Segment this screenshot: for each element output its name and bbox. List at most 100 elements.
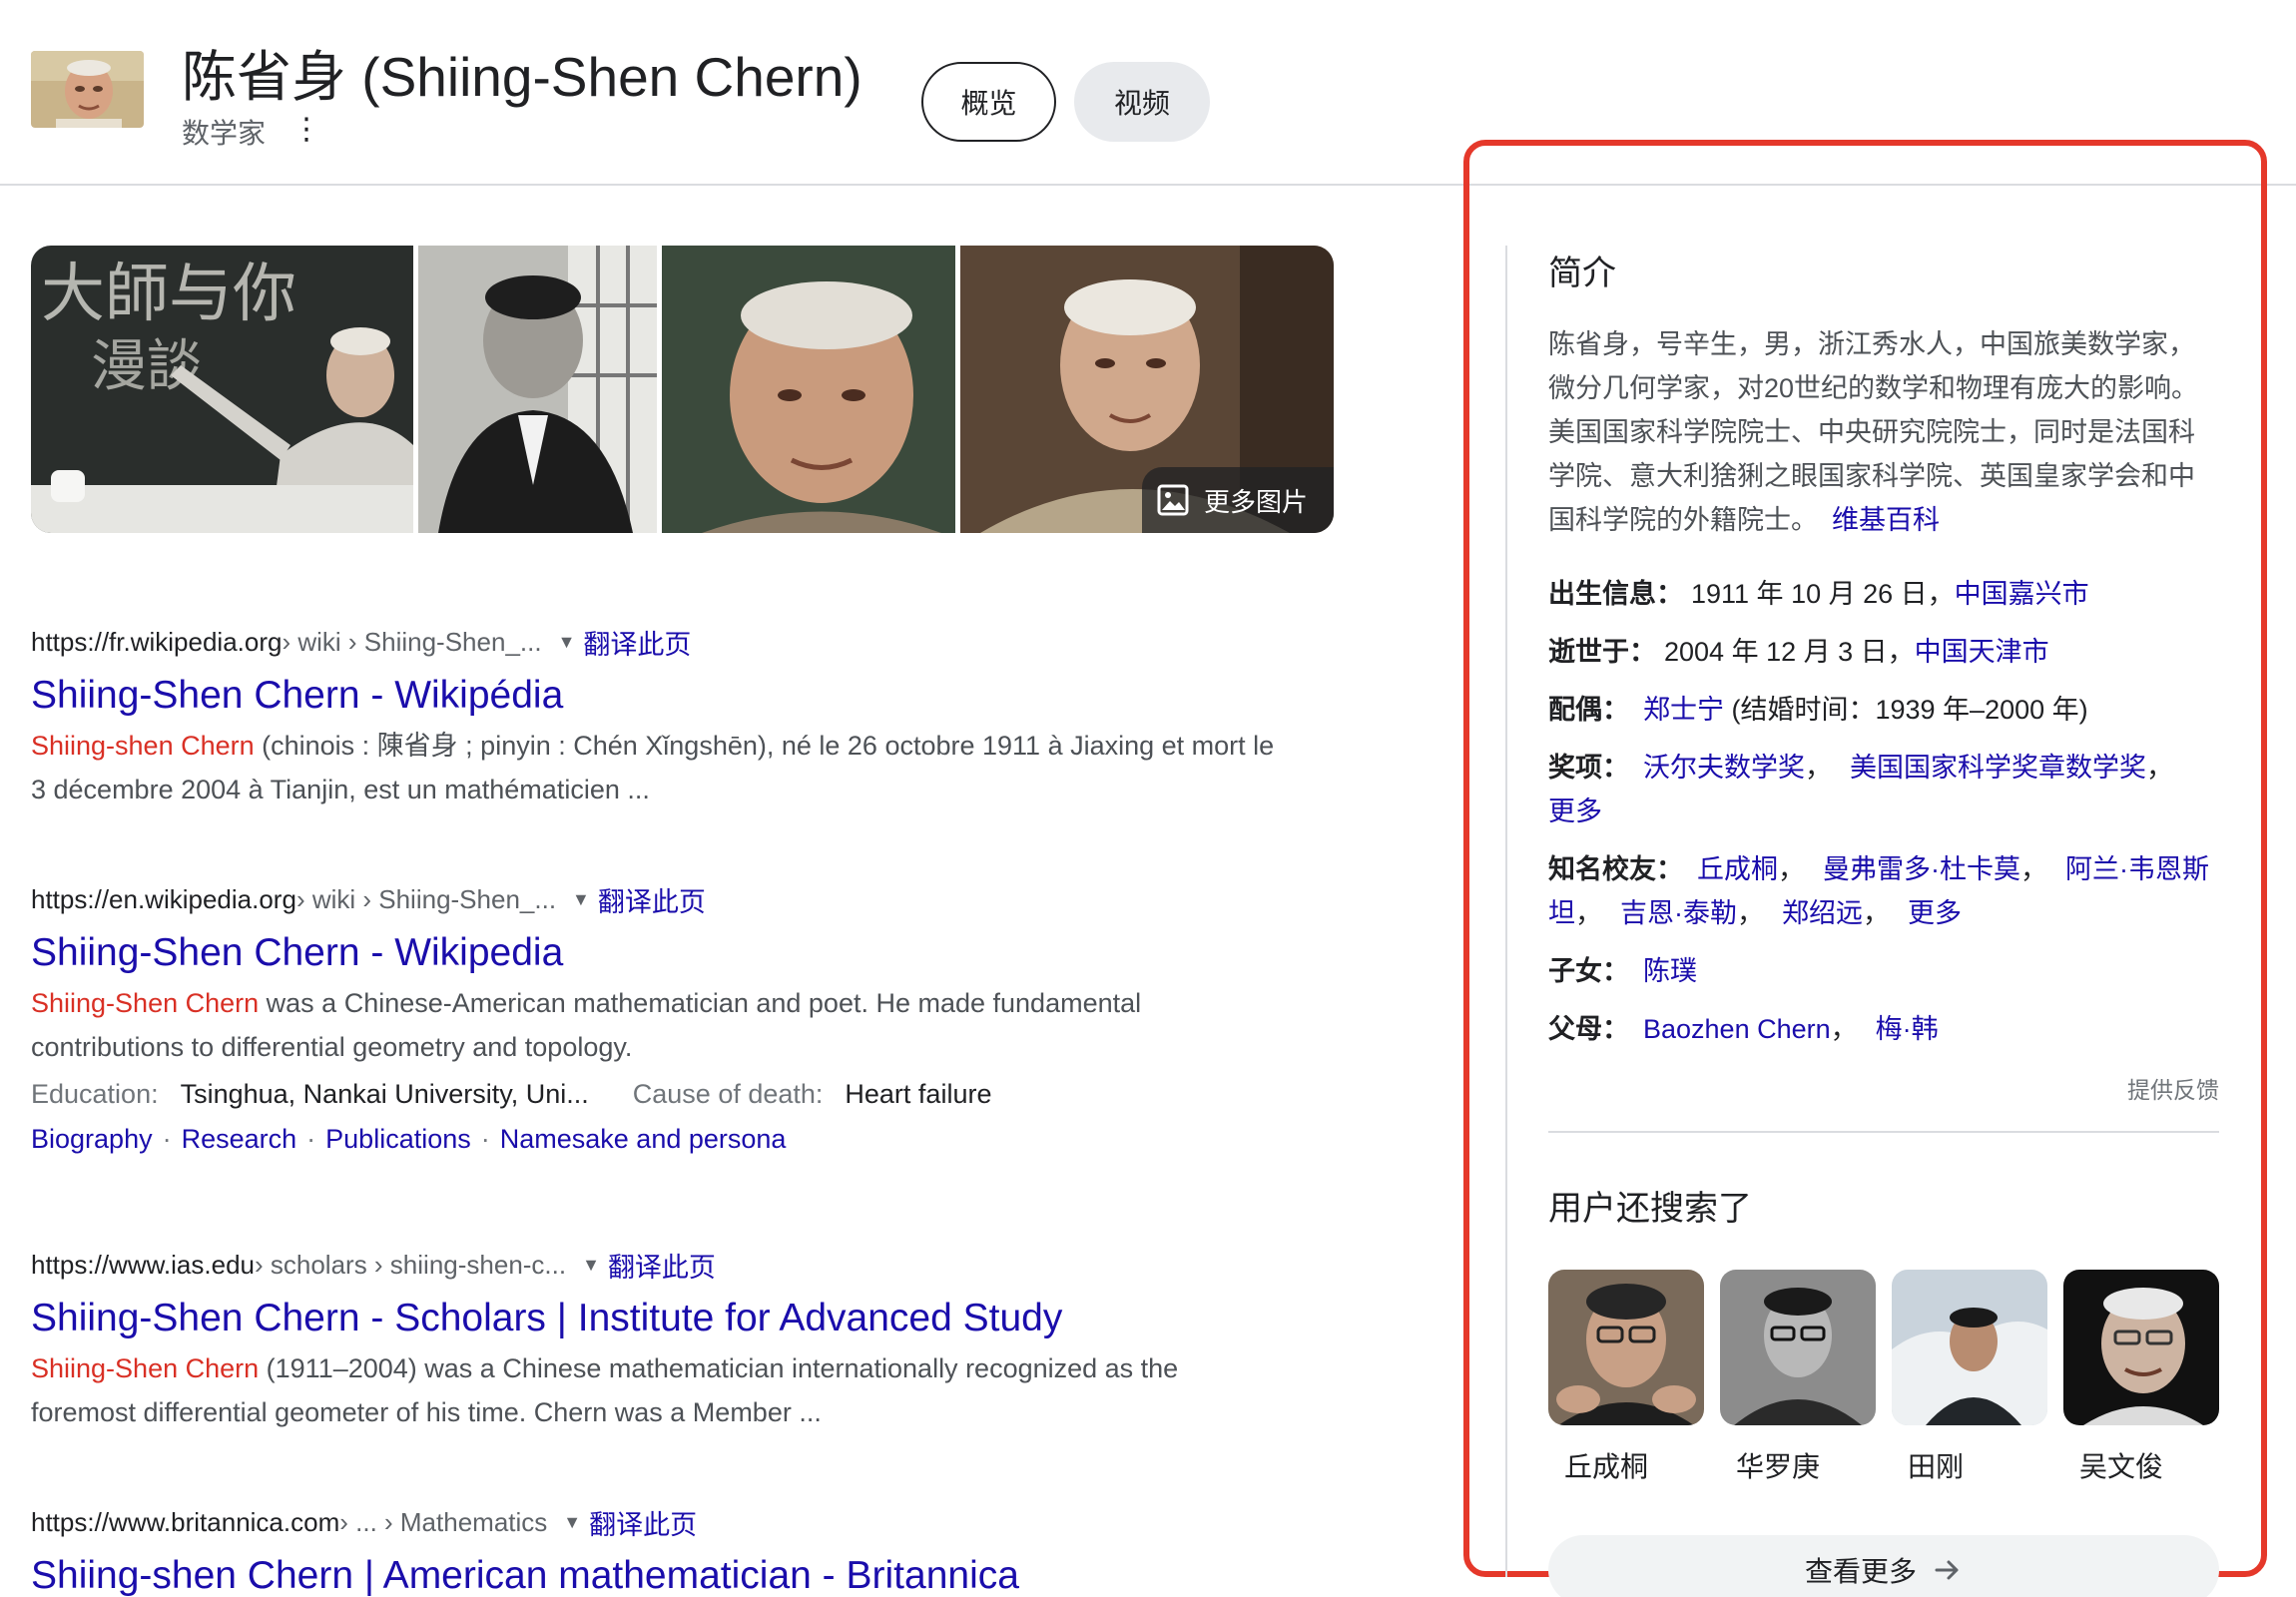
- result-title[interactable]: Shiing-shen Chern | American mathematici…: [31, 1554, 1289, 1597]
- caret-down-icon[interactable]: ▼: [582, 1255, 600, 1276]
- photo-chern-young[interactable]: [418, 246, 657, 533]
- svg-text:大師与你: 大師与你: [41, 258, 296, 331]
- translate-link[interactable]: 翻译此页: [608, 1246, 716, 1285]
- caret-down-icon[interactable]: ▼: [563, 1512, 581, 1533]
- entity-avatar[interactable]: [31, 51, 144, 128]
- panel-description: 陈省身，号辛生，男，浙江秀水人，中国旅美数学家，微分几何学家，对20世纪的数学和…: [1548, 322, 2219, 542]
- award-link-wolf[interactable]: 沃尔夫数学奖: [1643, 753, 1805, 783]
- caret-down-icon[interactable]: ▼: [572, 889, 590, 910]
- search-result: https://en.wikipedia.org › wiki › Shiing…: [31, 880, 1289, 1155]
- translate-link[interactable]: 翻译此页: [598, 880, 706, 919]
- see-more-button[interactable]: 查看更多: [1548, 1535, 2219, 1597]
- search-result: https://www.britannica.com › ... › Mathe…: [31, 1503, 1289, 1597]
- children-label: 子女：: [1548, 956, 1629, 986]
- person-name: 华罗庚: [1736, 1451, 1821, 1482]
- result-domain: https://en.wikipedia.org: [31, 884, 296, 914]
- knowledge-panel-divider: [1505, 246, 1507, 1577]
- died-label: 逝世于：: [1548, 637, 1656, 667]
- spouse-link[interactable]: 郑士宁: [1643, 695, 1724, 725]
- search-result: https://fr.wikipedia.org › wiki › Shiing…: [31, 623, 1289, 811]
- person-card[interactable]: 华罗庚: [1720, 1270, 1876, 1485]
- person-photo: [2063, 1270, 2219, 1425]
- tab-overview[interactable]: 概览: [921, 62, 1056, 142]
- image-icon: [1157, 484, 1189, 516]
- parents-label: 父母：: [1548, 1014, 1629, 1044]
- sitelink-publications[interactable]: Publications: [325, 1124, 471, 1154]
- result-snippet: Shiing-Shen Chern (1911–2004) was a Chin…: [31, 1346, 1289, 1434]
- result-facts: Education: Tsinghua, Nankai University, …: [31, 1079, 1289, 1110]
- children-link[interactable]: 陈璞: [1643, 956, 1697, 986]
- alumni-link[interactable]: 曼弗雷多·杜卡莫: [1823, 854, 2020, 884]
- result-url[interactable]: https://www.ias.edu › scholars › shiing-…: [31, 1246, 1289, 1285]
- result-path: › ... › Mathematics: [339, 1507, 548, 1537]
- person-name: 丘成桐: [1564, 1451, 1649, 1482]
- fact-spouse: 配偶： 郑士宁 (结婚时间：1939 年–2000 年): [1548, 688, 2219, 732]
- result-snippet: Shiing-Shen Chern was a Chinese-American…: [31, 981, 1289, 1069]
- more-options-icon[interactable]: ⋮: [291, 112, 321, 147]
- wikipedia-source-link[interactable]: 维基百科: [1832, 505, 1940, 535]
- entity-subtitle: 数学家: [182, 118, 267, 149]
- fact-value-cause-of-death: Heart failure: [845, 1079, 992, 1109]
- result-path: › wiki › Shiing-Shen_...: [295, 884, 557, 914]
- fact-awards: 奖项： 沃尔夫数学奖， 美国国家科学奖章数学奖， 更多: [1548, 753, 2173, 826]
- photo-chern-elder[interactable]: [662, 246, 955, 533]
- result-title[interactable]: Shiing-Shen Chern - Wikipédia: [31, 674, 1289, 718]
- panel-divider: [1548, 1131, 2219, 1133]
- person-name: 吴文俊: [2079, 1451, 2164, 1482]
- translate-link[interactable]: 翻译此页: [583, 623, 691, 662]
- fact-children: 子女： 陈璞: [1548, 949, 2219, 993]
- born-place-link[interactable]: 中国嘉兴市: [1955, 579, 2089, 609]
- award-link-national-medal[interactable]: 美国国家科学奖章数学奖: [1850, 753, 2146, 783]
- photo-chern-blackboard[interactable]: 大師与你 漫談: [31, 246, 413, 533]
- caret-down-icon[interactable]: ▼: [558, 632, 576, 653]
- result-domain: https://www.britannica.com: [31, 1507, 340, 1537]
- result-url[interactable]: https://fr.wikipedia.org › wiki › Shiing…: [31, 623, 1289, 662]
- awards-more-link[interactable]: 更多: [1548, 797, 1602, 826]
- snippet-highlight: Shiing-Shen Chern: [31, 988, 260, 1018]
- result-snippet: Shiing-shen Chern (chinois : 陳省身 ; pinyi…: [31, 724, 1289, 811]
- search-result: https://www.ias.edu › scholars › shiing-…: [31, 1246, 1289, 1434]
- alumni-link[interactable]: 郑绍远: [1782, 898, 1863, 928]
- sitelink-biography[interactable]: Biography: [31, 1124, 153, 1154]
- result-path: › scholars › shiing-shen-c...: [255, 1250, 567, 1280]
- result-title[interactable]: Shiing-Shen Chern - Wikipedia: [31, 931, 1289, 975]
- parent-link[interactable]: 梅·韩: [1876, 1014, 1939, 1044]
- person-card[interactable]: 田刚: [1892, 1270, 2047, 1485]
- alumni-link[interactable]: 丘成桐: [1697, 854, 1778, 884]
- result-title[interactable]: Shiing-Shen Chern - Scholars | Institute…: [31, 1297, 1289, 1340]
- fact-label-education: Education:: [31, 1079, 159, 1109]
- alumni-more-link[interactable]: 更多: [1908, 898, 1962, 928]
- tab-video[interactable]: 视频: [1074, 62, 1210, 142]
- snippet-highlight: Shiing-shen Chern: [31, 731, 255, 761]
- fact-parents: 父母： Baozhen Chern， 梅·韩: [1548, 1014, 1939, 1044]
- fact-born: 出生信息： 1911 年 10 月 26 日，中国嘉兴市: [1548, 572, 2219, 616]
- fact-label-cause-of-death: Cause of death:: [632, 1079, 824, 1109]
- person-card[interactable]: 吴文俊: [2063, 1270, 2219, 1485]
- person-photo: [1720, 1270, 1876, 1425]
- sitelink-namesake[interactable]: Namesake and persona: [500, 1124, 787, 1154]
- panel-heading: 简介: [1548, 255, 1616, 292]
- born-label: 出生信息：: [1548, 579, 1683, 609]
- snippet-highlight: Shiing-Shen Chern: [31, 1353, 260, 1383]
- fact-alumni: 知名校友： 丘成桐， 曼弗雷多·杜卡莫， 阿兰·韦恩斯坦， 吉恩·泰勒， 郑绍远， 更多: [1548, 854, 2209, 928]
- translate-link[interactable]: 翻译此页: [589, 1503, 697, 1542]
- see-more-label: 查看更多: [1804, 1556, 1917, 1587]
- died-date: 2004 年 12 月 3 日，: [1664, 637, 1915, 667]
- result-url[interactable]: https://www.britannica.com › ... › Mathe…: [31, 1503, 1289, 1542]
- fact-died: 逝世于： 2004 年 12 月 3 日，中国天津市: [1548, 630, 2219, 674]
- died-place-link[interactable]: 中国天津市: [1915, 637, 2049, 667]
- more-images-button[interactable]: 更多图片: [1142, 467, 1334, 533]
- person-photo: [1548, 1270, 1704, 1425]
- sitelink-research[interactable]: Research: [182, 1124, 297, 1154]
- alumni-link[interactable]: 吉恩·泰勒: [1620, 898, 1737, 928]
- result-url[interactable]: https://en.wikipedia.org › wiki › Shiing…: [31, 880, 1289, 919]
- more-images-label: 更多图片: [1204, 486, 1309, 517]
- feedback-link[interactable]: 提供反馈: [1548, 1071, 2219, 1105]
- result-sitelinks: Biography · Research · Publications · Namesake…: [31, 1124, 787, 1154]
- fact-value-education: Tsinghua, Nankai University, Uni...: [180, 1079, 589, 1109]
- result-path: › wiki › Shiing-Shen_...: [282, 627, 542, 657]
- parent-link[interactable]: Baozhen Chern: [1643, 1014, 1831, 1044]
- person-card[interactable]: 丘成桐: [1548, 1270, 1704, 1485]
- awards-label: 奖项：: [1548, 753, 1629, 783]
- people-also-search: 丘成桐 华罗庚 田刚 吴文俊: [1548, 1270, 2219, 1485]
